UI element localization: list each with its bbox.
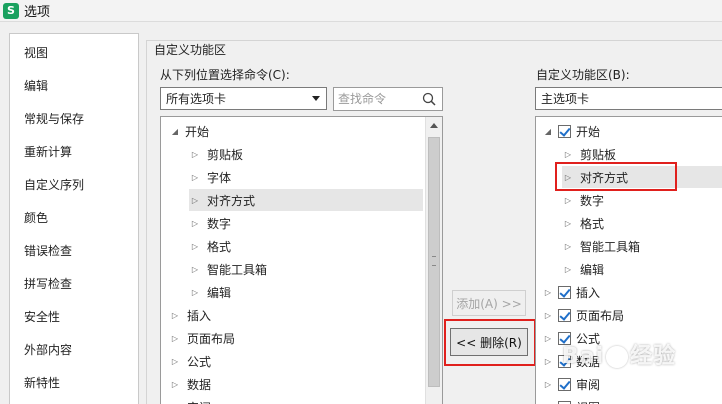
ribbon-item-editing[interactable]: ▷ 编辑 <box>562 258 604 280</box>
window-title: 选项 <box>24 5 51 20</box>
expand-icon[interactable]: ▷ <box>169 311 181 320</box>
collapse-icon[interactable]: ◢ <box>542 127 554 136</box>
choose-commands-label: 从下列位置选择命令(C): <box>160 68 290 82</box>
scroll-up-icon[interactable] <box>430 123 438 128</box>
nav-item-recalc[interactable]: 重新计算 <box>24 143 72 160</box>
grip-icon <box>432 256 436 266</box>
available-commands-tree[interactable]: ◢ 开始 ▷ 剪贴板 ▷ 字体 ▷ 对齐方式 ▷ 数字 ▷ 格式 ▷ 智能工具箱 ▷ 编辑 ▷ 插… <box>160 116 443 404</box>
ribbon-item-format[interactable]: ▷ 格式 <box>562 212 604 234</box>
expand-icon[interactable]: ▷ <box>542 380 554 389</box>
paw-logo-icon <box>606 346 629 368</box>
tree-item-home[interactable]: ◢ 开始 <box>169 120 209 142</box>
ribbon-item-number[interactable]: ▷ 数字 <box>562 189 604 211</box>
nav-item-new-features[interactable]: 新特性 <box>24 374 60 391</box>
tree-item-editing[interactable]: ▷ 编辑 <box>189 281 231 303</box>
expand-icon[interactable]: ▷ <box>189 150 201 159</box>
commands-source-select[interactable]: 所有选项卡 <box>160 87 327 110</box>
ribbon-item-view[interactable]: ▷视图 <box>542 396 600 404</box>
nav-item-external[interactable]: 外部内容 <box>24 341 72 358</box>
tree-item-review[interactable]: ▷审阅 <box>169 396 211 404</box>
search-commands-field[interactable] <box>333 87 443 111</box>
expand-icon[interactable]: ▷ <box>189 265 201 274</box>
checkbox-review[interactable] <box>558 377 571 391</box>
customize-ribbon-label: 自定义功能区(B): <box>536 68 630 82</box>
expand-icon[interactable]: ▷ <box>542 288 554 297</box>
expand-icon[interactable]: ▷ <box>542 311 554 320</box>
add-button[interactable]: 添加(A) >> <box>452 290 526 316</box>
baidu-watermark: Bai 经验 <box>562 344 677 369</box>
expand-icon[interactable]: ▷ <box>189 288 201 297</box>
tree-item-data[interactable]: ▷ 数据 <box>169 373 211 395</box>
expand-icon[interactable]: ▷ <box>169 357 181 366</box>
expand-icon[interactable]: ▷ <box>189 196 201 205</box>
nav-item-spell-check[interactable]: 拼写检查 <box>24 275 72 292</box>
nav-item-general-save[interactable]: 常规与保存 <box>24 110 84 127</box>
nav-item-security[interactable]: 安全性 <box>24 308 60 325</box>
tree-item-smart-toolbox[interactable]: ▷ 智能工具箱 <box>189 258 267 280</box>
expand-icon[interactable]: ▷ <box>562 196 574 205</box>
checkbox-view[interactable] <box>558 400 571 404</box>
search-icon[interactable] <box>422 92 436 106</box>
tree-item-format[interactable]: ▷ 格式 <box>189 235 231 257</box>
checkbox-insert[interactable] <box>558 285 571 299</box>
expand-icon[interactable]: ▷ <box>542 357 554 366</box>
app-logo-icon: S <box>3 2 19 19</box>
ribbon-tabs-value: 主选项卡 <box>541 92 590 106</box>
ribbon-item-home[interactable]: ◢ 开始 <box>542 120 600 142</box>
tree-item-clipboard[interactable]: ▷ 剪贴板 <box>189 143 243 165</box>
ribbon-tabs-select[interactable]: 主选项卡 <box>535 87 722 110</box>
remove-button-highlight <box>444 319 536 366</box>
expand-icon[interactable]: ▷ <box>169 334 181 343</box>
commands-source-value: 所有选项卡 <box>166 92 227 106</box>
checkbox-home[interactable] <box>558 124 571 138</box>
collapse-icon[interactable]: ◢ <box>169 127 181 136</box>
nav-item-error-check[interactable]: 错误检查 <box>24 242 72 259</box>
nav-item-edit[interactable]: 编辑 <box>24 77 48 94</box>
expand-icon[interactable]: ▷ <box>189 242 201 251</box>
title-bar: S 选项 <box>0 0 722 22</box>
tree-item-font[interactable]: ▷ 字体 <box>189 166 231 188</box>
nav-item-color[interactable]: 颜色 <box>24 209 48 226</box>
expand-icon[interactable]: ▷ <box>562 242 574 251</box>
ribbon-item-review[interactable]: ▷ 审阅 <box>542 373 600 395</box>
alignment-highlight <box>555 162 677 191</box>
tree-item-alignment[interactable]: ▷ 对齐方式 <box>189 189 423 211</box>
ribbon-item-insert[interactable]: ▷ 插入 <box>542 281 600 303</box>
expand-icon[interactable]: ▷ <box>562 219 574 228</box>
scrollbar-thumb[interactable] <box>428 137 440 387</box>
expand-icon[interactable]: ▷ <box>562 150 574 159</box>
tree-item-insert[interactable]: ▷ 插入 <box>169 304 211 326</box>
tree-item-number[interactable]: ▷ 数字 <box>189 212 231 234</box>
options-nav: 视图 编辑 常规与保存 重新计算 自定义序列 颜色 错误检查 拼写检查 安全性 … <box>9 33 139 404</box>
ribbon-item-smart-toolbox[interactable]: ▷ 智能工具箱 <box>562 235 640 257</box>
ribbon-item-page-layout[interactable]: ▷ 页面布局 <box>542 304 624 326</box>
nav-item-custom-list[interactable]: 自定义序列 <box>24 176 84 193</box>
group-title: 自定义功能区 <box>152 41 229 58</box>
nav-item-view[interactable]: 视图 <box>24 44 48 61</box>
expand-icon[interactable]: ▷ <box>189 219 201 228</box>
commands-scrollbar[interactable] <box>425 117 442 404</box>
search-input[interactable] <box>338 92 422 106</box>
expand-icon[interactable]: ▷ <box>542 334 554 343</box>
tree-item-page-layout[interactable]: ▷ 页面布局 <box>169 327 235 349</box>
expand-icon[interactable]: ▷ <box>189 173 201 182</box>
expand-icon[interactable]: ▷ <box>562 265 574 274</box>
chevron-down-icon <box>312 96 320 101</box>
tree-item-formulas[interactable]: ▷ 公式 <box>169 350 211 372</box>
checkbox-page-layout[interactable] <box>558 308 571 322</box>
expand-icon[interactable]: ▷ <box>169 380 181 389</box>
